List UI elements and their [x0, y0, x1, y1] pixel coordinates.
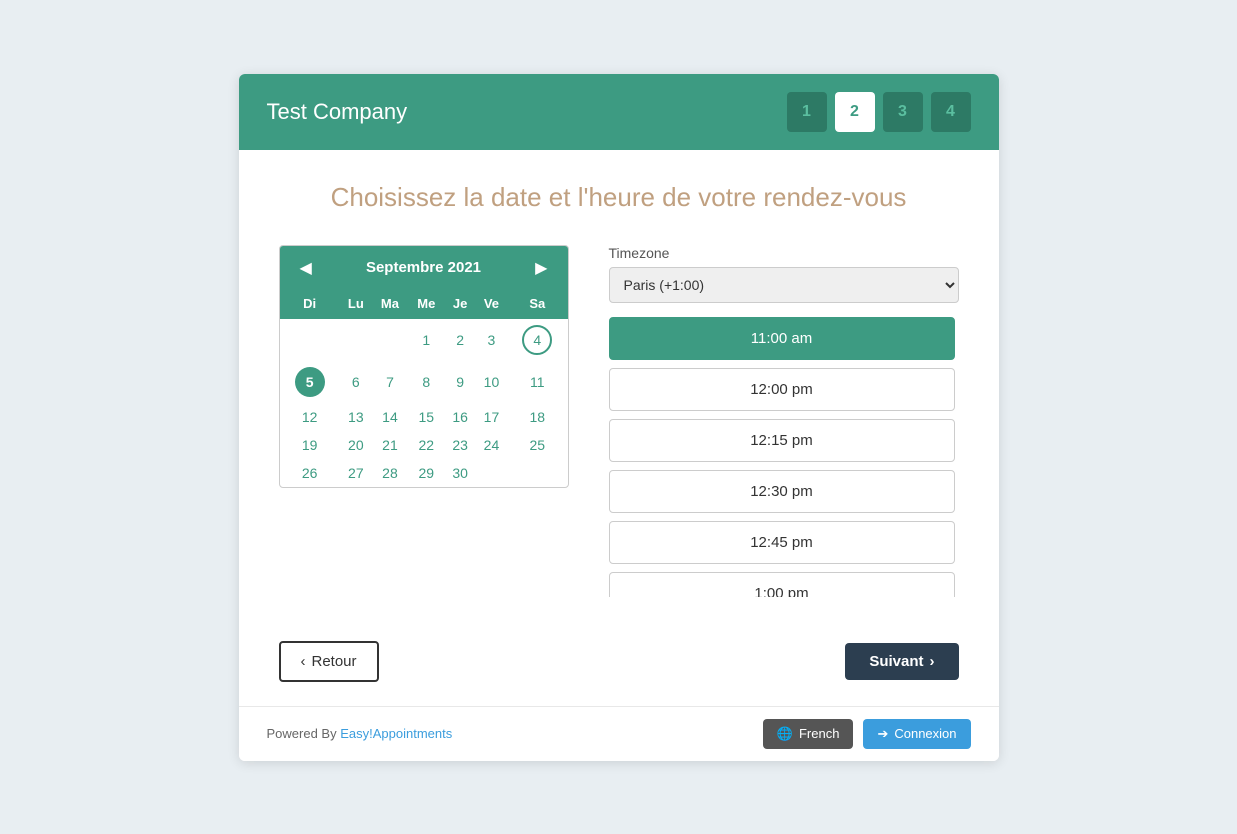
calendar-day: [372, 319, 408, 361]
col-me: Me: [408, 290, 444, 319]
next-button[interactable]: Suivant ›: [845, 643, 958, 680]
calendar-day[interactable]: 7: [372, 361, 408, 403]
calendar-day: [280, 319, 340, 361]
calendar-day[interactable]: 4: [507, 319, 567, 361]
col-ve: Ve: [476, 290, 507, 319]
powered-by-text: Powered By: [267, 726, 337, 741]
calendar-day[interactable]: 13: [340, 403, 372, 431]
col-sa: Sa: [507, 290, 567, 319]
col-je: Je: [444, 290, 475, 319]
calendar-day[interactable]: 8: [408, 361, 444, 403]
col-di: Di: [280, 290, 340, 319]
calendar-day[interactable]: 6: [340, 361, 372, 403]
back-button[interactable]: ‹ Retour: [279, 641, 379, 682]
powered-by: Powered By Easy!Appointments: [267, 726, 453, 741]
next-month-button[interactable]: ▶: [529, 256, 553, 280]
chevron-right-icon: ›: [930, 653, 935, 670]
time-slot-button[interactable]: 12:30 pm: [609, 470, 955, 513]
main-content: Choisissez la date et l'heure de votre r…: [239, 150, 999, 621]
calendar-day: [476, 459, 507, 487]
time-slot-button[interactable]: 12:45 pm: [609, 521, 955, 564]
login-icon: ➔: [877, 726, 888, 742]
back-label: Retour: [312, 653, 357, 670]
calendar-day[interactable]: 24: [476, 431, 507, 459]
calendar-day[interactable]: 9: [444, 361, 475, 403]
calendar-header: ◀ Septembre 2021 ▶: [280, 246, 568, 290]
calendar-day[interactable]: 30: [444, 459, 475, 487]
calendar-day[interactable]: 3: [476, 319, 507, 361]
app-header: Test Company 1 2 3 4: [239, 74, 999, 150]
calendar-day[interactable]: 15: [408, 403, 444, 431]
calendar-day[interactable]: 22: [408, 431, 444, 459]
next-label: Suivant: [869, 653, 923, 670]
easy-appointments-link[interactable]: Easy!Appointments: [340, 726, 452, 741]
calendar-day[interactable]: 29: [408, 459, 444, 487]
calendar-day[interactable]: 1: [408, 319, 444, 361]
time-section: Timezone Paris (+1:00) London (+0:00) Ne…: [609, 245, 959, 597]
calendar-day[interactable]: 19: [280, 431, 340, 459]
time-slot-button[interactable]: 12:00 pm: [609, 368, 955, 411]
page-title: Choisissez la date et l'heure de votre r…: [279, 182, 959, 213]
time-slot-button[interactable]: 11:00 am: [609, 317, 955, 360]
chevron-left-icon: ‹: [301, 653, 306, 670]
calendar-day[interactable]: 14: [372, 403, 408, 431]
time-slot-button[interactable]: 1:00 pm: [609, 572, 955, 597]
language-button[interactable]: 🌐 French: [763, 719, 854, 749]
calendar-day[interactable]: 21: [372, 431, 408, 459]
step-2-button[interactable]: 2: [835, 92, 875, 132]
calendar-day[interactable]: 12: [280, 403, 340, 431]
connexion-button[interactable]: ➔ Connexion: [863, 719, 970, 749]
company-name: Test Company: [267, 99, 408, 125]
step-buttons: 1 2 3 4: [787, 92, 971, 132]
time-slots-container: 11:00 am 12:00 pm 12:15 pm 12:30 pm 12:45 pm…: [609, 317, 959, 597]
calendar-day[interactable]: 20: [340, 431, 372, 459]
connexion-label: Connexion: [894, 726, 956, 741]
calendar-day[interactable]: 11: [507, 361, 567, 403]
calendar-time-row: ◀ Septembre 2021 ▶ Di Lu Ma Me Je Ve Sa: [279, 245, 959, 597]
calendar-day[interactable]: 25: [507, 431, 567, 459]
step-1-button[interactable]: 1: [787, 92, 827, 132]
globe-icon: 🌐: [777, 726, 793, 742]
calendar-day[interactable]: 2: [444, 319, 475, 361]
calendar: ◀ Septembre 2021 ▶ Di Lu Ma Me Je Ve Sa: [279, 245, 569, 488]
calendar-day[interactable]: 17: [476, 403, 507, 431]
calendar-day[interactable]: 16: [444, 403, 475, 431]
calendar-day[interactable]: 23: [444, 431, 475, 459]
calendar-day[interactable]: 26: [280, 459, 340, 487]
calendar-day[interactable]: 10: [476, 361, 507, 403]
timezone-label: Timezone: [609, 245, 959, 261]
calendar-day[interactable]: 27: [340, 459, 372, 487]
bottom-bar: Powered By Easy!Appointments 🌐 French ➔ …: [239, 706, 999, 761]
bottom-actions: 🌐 French ➔ Connexion: [763, 719, 971, 749]
prev-month-button[interactable]: ◀: [294, 256, 318, 280]
col-ma: Ma: [372, 290, 408, 319]
calendar-day: [340, 319, 372, 361]
footer-nav: ‹ Retour Suivant ›: [239, 621, 999, 706]
calendar-day: [507, 459, 567, 487]
calendar-day[interactable]: 18: [507, 403, 567, 431]
language-label: French: [799, 726, 839, 741]
step-3-button[interactable]: 3: [883, 92, 923, 132]
calendar-day[interactable]: 28: [372, 459, 408, 487]
calendar-day[interactable]: 5: [280, 361, 340, 403]
calendar-month: Septembre 2021: [366, 259, 481, 276]
step-4-button[interactable]: 4: [931, 92, 971, 132]
time-slot-button[interactable]: 12:15 pm: [609, 419, 955, 462]
timezone-select[interactable]: Paris (+1:00) London (+0:00) New York (-…: [609, 267, 959, 303]
calendar-grid: Di Lu Ma Me Je Ve Sa 1234567891011121314…: [280, 290, 568, 487]
col-lu: Lu: [340, 290, 372, 319]
